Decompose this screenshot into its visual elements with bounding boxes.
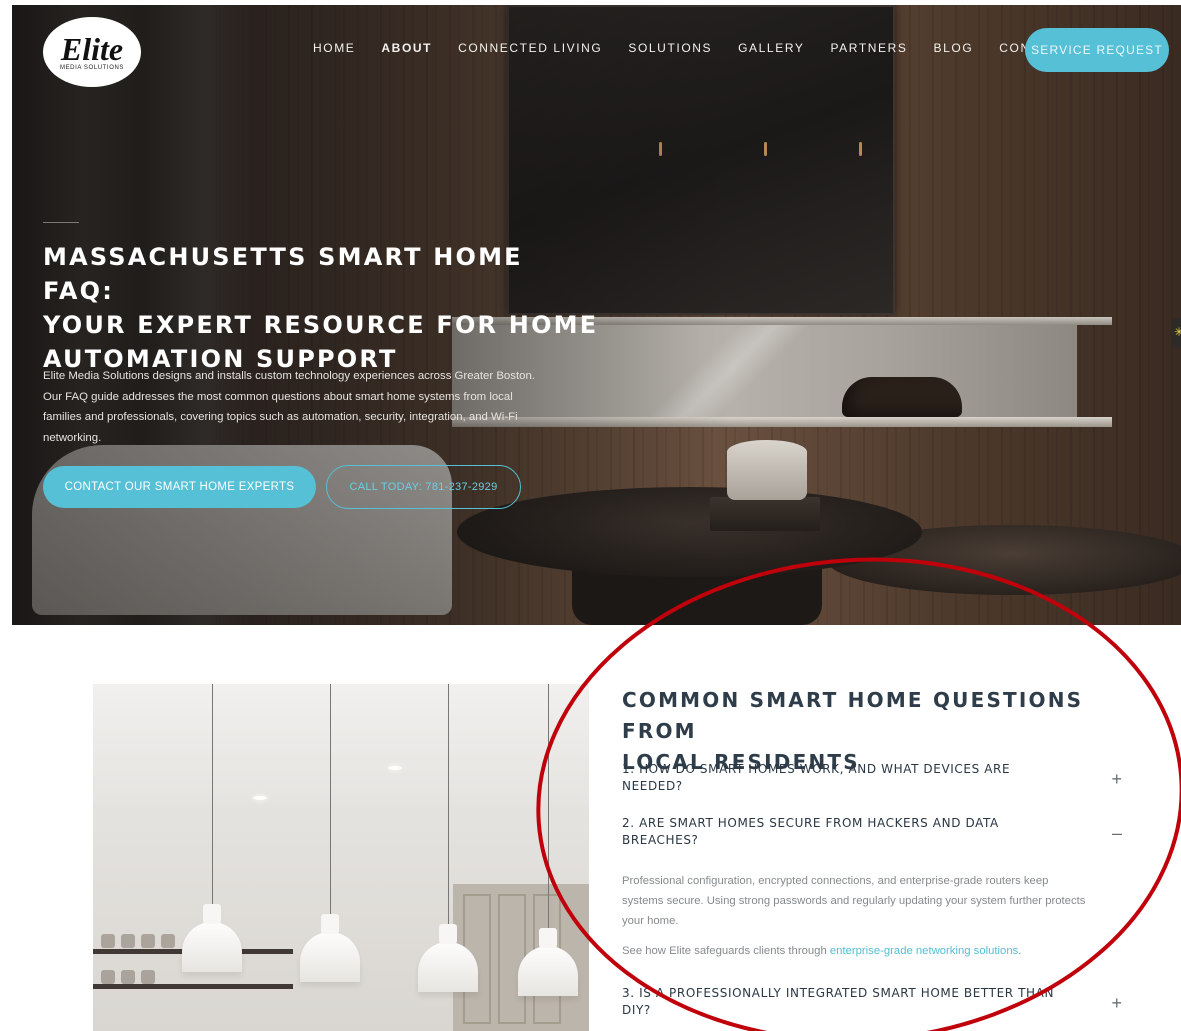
side-widget-tab[interactable]: ✳ (1172, 318, 1181, 348)
nav-item-blog[interactable]: BLOG (921, 41, 987, 55)
hero-title-line-2: YOUR EXPERT RESOURCE FOR HOME (43, 311, 599, 339)
expand-icon[interactable]: + (1111, 994, 1122, 1012)
kitchen-jar (141, 970, 155, 984)
kitchen-jar (141, 934, 155, 948)
kitchen-ceiling-light (388, 766, 402, 770)
nav-item-connected-living[interactable]: CONNECTED LIVING (445, 41, 615, 55)
kitchen-ceiling (93, 684, 589, 804)
pendant-lamp (300, 914, 360, 982)
nav-item-partners[interactable]: PARTNERS (817, 41, 920, 55)
faq-question-1[interactable]: 1. HOW DO SMART HOMES WORK, AND WHAT DEV… (622, 761, 1062, 795)
contact-experts-button[interactable]: CONTACT OUR SMART HOME EXPERTS (43, 466, 316, 508)
lamp-cord (548, 684, 549, 929)
faq-question-3[interactable]: 3. IS A PROFESSIONALLY INTEGRATED SMART … (622, 985, 1062, 1019)
networking-solutions-link[interactable]: enterprise-grade networking solutions (830, 945, 1018, 957)
kitchen-image (93, 684, 589, 1031)
nav-item-home[interactable]: HOME (300, 41, 368, 55)
faq-question-1-line-1: 1. HOW DO SMART HOMES WORK, AND WHAT DEV… (622, 762, 1011, 776)
faq-link-prefix: See how Elite safeguards clients through (622, 945, 830, 957)
nav-item-solutions[interactable]: SOLUTIONS (615, 41, 725, 55)
faq-item-2[interactable]: 2. ARE SMART HOMES SECURE FROM HACKERS A… (622, 815, 1122, 849)
hero-divider (43, 222, 79, 223)
kitchen-jar (121, 970, 135, 984)
kitchen-ceiling-light (253, 796, 267, 800)
sun-icon: ✳ (1174, 325, 1181, 339)
faq-question-1-line-2: NEEDED? (622, 779, 683, 793)
hero-title-line-1: MASSACHUSETTS SMART HOME FAQ: (43, 243, 523, 305)
site-logo[interactable]: Elite MEDIA SOLUTIONS (43, 17, 141, 87)
kitchen-jar (101, 970, 115, 984)
faq-question-3-line-2: DIY? (622, 1003, 651, 1017)
faq-answer-2: Professional configuration, encrypted co… (622, 875, 1086, 927)
hero-vase (727, 440, 807, 500)
faq-question-3-line-1: 3. IS A PROFESSIONALLY INTEGRATED SMART … (622, 986, 1055, 1000)
hero-sculpture (842, 377, 962, 417)
logo-subtitle: MEDIA SOLUTIONS (59, 64, 124, 71)
faq-title-line-1: COMMON SMART HOME QUESTIONS FROM (622, 688, 1084, 743)
faq-question-2-line-2: BREACHES? (622, 833, 699, 847)
kitchen-jar (161, 934, 175, 948)
kitchen-jar (101, 934, 115, 948)
hero-description: Elite Media Solutions designs and instal… (43, 370, 535, 444)
kitchen-shelf (93, 984, 293, 989)
hero-title: MASSACHUSETTS SMART HOME FAQ: YOUR EXPER… (43, 240, 603, 376)
main-nav: HOME ABOUT CONNECTED LIVING SOLUTIONS GA… (300, 41, 1081, 55)
nav-item-gallery[interactable]: GALLERY (725, 41, 817, 55)
logo-mark: Elite (60, 30, 124, 67)
collapse-icon[interactable]: – (1112, 824, 1122, 842)
faq-question-2[interactable]: 2. ARE SMART HOMES SECURE FROM HACKERS A… (622, 815, 1062, 849)
lamp-cord (330, 684, 331, 914)
lamp-cord (212, 684, 213, 904)
faq-item-1[interactable]: 1. HOW DO SMART HOMES WORK, AND WHAT DEV… (622, 761, 1122, 795)
kitchen-jar (121, 934, 135, 948)
faq-item-3[interactable]: 3. IS A PROFESSIONALLY INTEGRATED SMART … (622, 985, 1122, 1019)
nav-item-about[interactable]: ABOUT (368, 41, 445, 55)
pendant-lamp (182, 904, 242, 972)
call-today-button[interactable]: CALL TODAY: 781-237-2929 (326, 465, 521, 509)
faq-question-2-line-1: 2. ARE SMART HOMES SECURE FROM HACKERS A… (622, 816, 999, 830)
lamp-cord (448, 684, 449, 924)
service-request-button[interactable]: SERVICE REQUEST (1025, 28, 1169, 72)
faq-answer-2-link-line: See how Elite safeguards clients through… (622, 941, 1092, 961)
expand-icon[interactable]: + (1111, 770, 1122, 788)
faq-link-suffix: . (1018, 945, 1022, 957)
